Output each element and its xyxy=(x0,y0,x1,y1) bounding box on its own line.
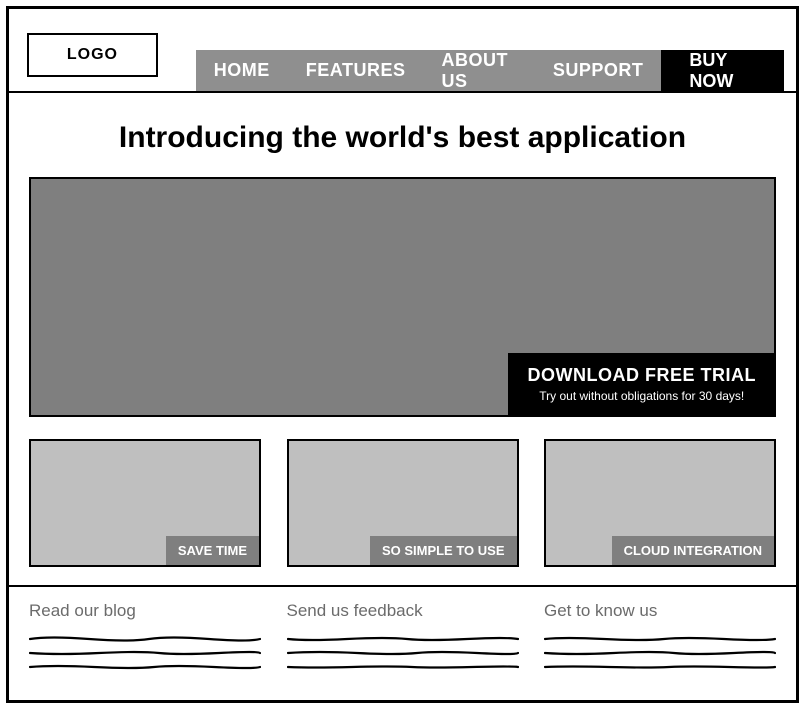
nav-about-us[interactable]: ABOUT US xyxy=(423,50,534,91)
page-headline: Introducing the world's best application xyxy=(29,121,776,155)
footer-heading-about[interactable]: Get to know us xyxy=(544,601,776,621)
placeholder-line-icon xyxy=(544,663,776,671)
header: LOGO HOME FEATURES ABOUT US SUPPORT BUY … xyxy=(9,9,796,93)
nav-features[interactable]: FEATURES xyxy=(288,50,424,91)
main-content: Introducing the world's best application… xyxy=(9,93,796,585)
download-trial-cta[interactable]: DOWNLOAD FREE TRIAL Try out without obli… xyxy=(508,353,776,417)
placeholder-line-icon xyxy=(287,635,519,643)
hero-image-placeholder: DOWNLOAD FREE TRIAL Try out without obli… xyxy=(29,177,776,417)
feature-tag: SO SIMPLE TO USE xyxy=(370,536,517,565)
features-row: SAVE TIME SO SIMPLE TO USE CLOUD INTEGRA… xyxy=(29,439,776,567)
nav-buy-now[interactable]: BUY NOW xyxy=(661,50,784,91)
logo-text: LOGO xyxy=(67,46,118,64)
footer-col-blog: Read our blog xyxy=(29,601,261,677)
placeholder-line-icon xyxy=(287,663,519,671)
feature-card-cloud[interactable]: CLOUD INTEGRATION xyxy=(544,439,776,567)
footer-heading-feedback[interactable]: Send us feedback xyxy=(287,601,519,621)
feature-card-simple[interactable]: SO SIMPLE TO USE xyxy=(287,439,519,567)
logo[interactable]: LOGO xyxy=(27,33,158,77)
nav-home[interactable]: HOME xyxy=(196,50,288,91)
feature-tag: SAVE TIME xyxy=(166,536,259,565)
placeholder-line-icon xyxy=(544,649,776,657)
placeholder-line-icon xyxy=(544,635,776,643)
footer-heading-blog[interactable]: Read our blog xyxy=(29,601,261,621)
placeholder-line-icon xyxy=(29,663,261,671)
placeholder-line-icon xyxy=(29,649,261,657)
footer: Read our blog Send us feedback xyxy=(9,585,796,677)
placeholder-line-icon xyxy=(29,635,261,643)
nav-support[interactable]: SUPPORT xyxy=(535,50,662,91)
download-trial-subtitle: Try out without obligations for 30 days! xyxy=(528,389,756,403)
footer-col-about: Get to know us xyxy=(544,601,776,677)
page-frame: LOGO HOME FEATURES ABOUT US SUPPORT BUY … xyxy=(6,6,799,703)
feature-tag: CLOUD INTEGRATION xyxy=(612,536,774,565)
download-trial-title: DOWNLOAD FREE TRIAL xyxy=(528,365,756,386)
feature-card-save-time[interactable]: SAVE TIME xyxy=(29,439,261,567)
nav-bar: HOME FEATURES ABOUT US SUPPORT BUY NOW xyxy=(196,50,784,91)
footer-col-feedback: Send us feedback xyxy=(287,601,519,677)
placeholder-line-icon xyxy=(287,649,519,657)
